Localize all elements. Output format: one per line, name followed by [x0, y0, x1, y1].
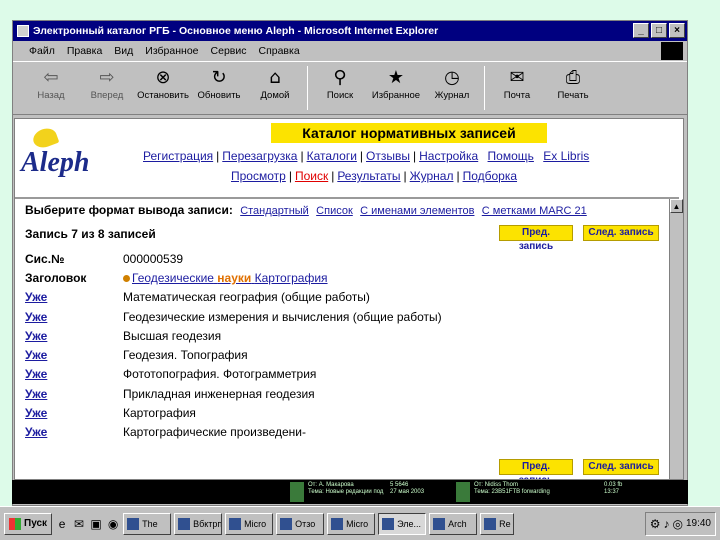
message-2: От: Nidiss Thom Тема: 23B51FTB forwarding [474, 482, 550, 495]
task-button[interactable]: Micro [327, 512, 376, 535]
stop-icon: ⊗ [155, 67, 171, 88]
search-button[interactable]: ⚲ Поиск [312, 66, 368, 101]
browser-window: Электронный каталог РГБ - Основное меню … [12, 20, 688, 506]
address-label: Адрес [21, 120, 50, 132]
close-button[interactable]: × [669, 23, 685, 38]
go-button[interactable]: Переход [570, 121, 610, 132]
menu-help[interactable]: Справка [256, 45, 301, 57]
tray-app-icon[interactable]: ◎ [672, 517, 682, 531]
forward-arrow-icon: ⇨ [99, 67, 115, 88]
message-1: От: А. Макарова Тема: Новые редакции под [308, 482, 384, 495]
title-bar: Электронный каталог РГБ - Основное меню … [13, 21, 687, 41]
home-button[interactable]: ⌂ Домой [247, 66, 303, 101]
status-strip: От: А. Макарова Тема: Новые редакции под … [12, 480, 688, 504]
history-icon: ◷ [444, 67, 460, 88]
print-button[interactable]: ⎙ Печать [545, 66, 601, 101]
print-icon: ⎙ [565, 67, 581, 88]
back-button[interactable]: ⇦ Назад [23, 66, 79, 101]
refresh-icon: ↻ [211, 67, 227, 88]
favorites-button[interactable]: ★ Избранное [368, 66, 424, 101]
links-button[interactable]: Ссылки [613, 121, 648, 132]
address-input[interactable]: //213.152.133.10/ALEPH/XMJSNNH0_4A2TMDPR… [53, 118, 550, 134]
task-button-active[interactable]: Эле... [378, 512, 427, 535]
mail-button[interactable]: ✉ Почта [489, 66, 545, 101]
quicklaunch-ie-icon[interactable]: e [55, 517, 69, 531]
mail-icon: ✉ [509, 67, 525, 88]
task-button[interactable]: Отзо [276, 512, 325, 535]
task-button[interactable]: Micro [225, 512, 274, 535]
system-tray: ⚙ ♪ ◎ 19:40 [644, 511, 716, 536]
taskbar: Пуск e ✉ ▣ ◉ The Вбктрп Micro Отзо Micro… [0, 506, 720, 540]
address-dropdown[interactable]: ▼ [553, 119, 566, 133]
search-icon: ⚲ [333, 67, 347, 88]
minimize-button[interactable]: _ [633, 23, 649, 38]
quicklaunch-outlook-icon[interactable]: ✉ [72, 517, 86, 531]
clock: 19:40 [685, 518, 711, 529]
address-bar: Адрес //213.152.133.10/ALEPH/XMJSNNH0_4A… [13, 117, 687, 135]
favorites-icon: ★ [387, 67, 405, 88]
message-2-meta: 0.03 fb 13:37 [604, 482, 623, 495]
ie-icon [17, 25, 29, 37]
menu-bar: Файл Правка Вид Избранное Сервис Справка [13, 42, 687, 60]
start-button[interactable]: Пуск [4, 512, 53, 535]
grid-icon [456, 482, 470, 502]
grid-icon [290, 482, 304, 502]
home-icon: ⌂ [269, 67, 281, 88]
window-title: Электронный каталог РГБ - Основное меню … [33, 25, 439, 37]
task-button[interactable]: The [123, 512, 172, 535]
tray-net-icon[interactable]: ⚙ [650, 517, 661, 531]
stop-button[interactable]: ⊗ Остановить [135, 66, 191, 101]
quicklaunch-desktop-icon[interactable]: ▣ [89, 517, 103, 531]
quicklaunch-channel-icon[interactable]: ◉ [106, 517, 120, 531]
task-button[interactable]: Re [480, 512, 515, 535]
menu-view[interactable]: Вид [112, 45, 135, 57]
windows-flag-icon [9, 517, 21, 530]
message-1-meta: 5 5646 27 мая 2003 [390, 482, 425, 495]
task-button[interactable]: Arch [429, 512, 478, 535]
tray-volume-icon[interactable]: ♪ [663, 517, 669, 531]
menu-file[interactable]: Файл [27, 45, 57, 57]
refresh-button[interactable]: ↻ Обновить [191, 66, 247, 101]
menu-favorites[interactable]: Избранное [143, 45, 200, 57]
toolbar: ⇦ Назад ⇨ Вперед ⊗ Остановить ↻ Обновить ⌂ До… [13, 61, 687, 115]
menu-edit[interactable]: Правка [65, 45, 104, 57]
back-arrow-icon: ⇦ [43, 67, 59, 88]
windows-logo-icon [661, 42, 683, 60]
task-button[interactable]: Вбктрп [174, 512, 223, 535]
maximize-button[interactable]: □ [651, 23, 667, 38]
history-button[interactable]: ◷ Журнал [424, 66, 480, 101]
forward-button[interactable]: ⇨ Вперед [79, 66, 135, 101]
menu-tools[interactable]: Сервис [209, 45, 249, 57]
